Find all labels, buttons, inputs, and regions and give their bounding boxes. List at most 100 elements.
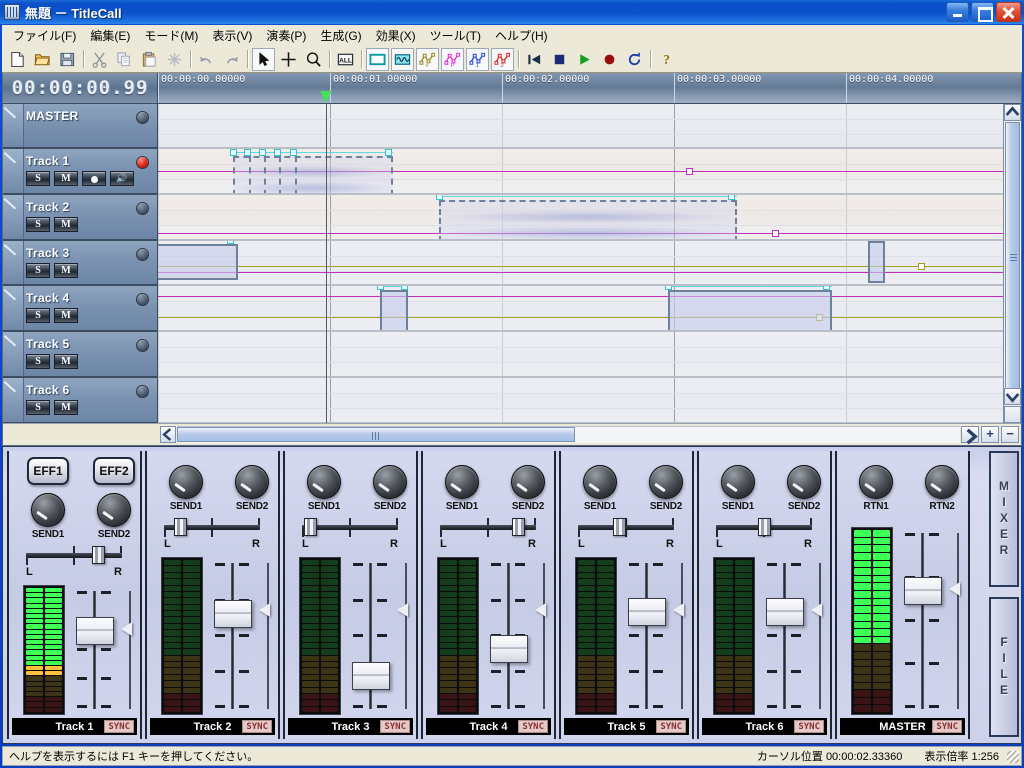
sync-button[interactable]: SYNC <box>518 720 548 733</box>
send2-knob[interactable] <box>925 465 959 499</box>
send2-knob[interactable] <box>373 465 407 499</box>
crosshair-icon[interactable] <box>277 48 300 71</box>
undo-arrow-icon[interactable] <box>195 48 218 71</box>
send1-knob[interactable] <box>859 465 893 499</box>
clip-handle[interactable] <box>436 195 443 200</box>
time-ruler[interactable]: 00:00:00.00000 00:00:01.00000 00:00:02.000… <box>158 73 1021 104</box>
track-led[interactable] <box>136 339 149 352</box>
aux-fader-thumb[interactable] <box>535 602 546 617</box>
sync-button[interactable]: SYNC <box>242 720 272 733</box>
automation-line[interactable] <box>158 317 1003 318</box>
vertical-scrollbar[interactable] <box>1003 104 1021 423</box>
audio-clip[interactable] <box>668 290 832 330</box>
solo-button[interactable]: S <box>26 263 50 278</box>
pan-slider[interactable]: LR <box>578 517 674 550</box>
magnifier-icon[interactable] <box>302 48 325 71</box>
zoom-out-button[interactable]: − <box>1001 426 1019 443</box>
track-header[interactable]: MASTER <box>3 104 157 149</box>
send1-knob[interactable] <box>445 465 479 499</box>
track-header[interactable]: Track 4SM <box>3 286 157 332</box>
send1-knob[interactable] <box>169 465 203 499</box>
pan-thumb[interactable] <box>92 546 105 564</box>
eff1-button[interactable]: EFF1 <box>27 457 69 485</box>
scroll-corner-button[interactable] <box>1004 406 1021 423</box>
track-led[interactable] <box>136 202 149 215</box>
send1-knob[interactable] <box>583 465 617 499</box>
eff2-button[interactable]: EFF2 <box>93 457 135 485</box>
menu-generate[interactable]: 生成(G) <box>313 25 368 46</box>
record-button[interactable] <box>82 171 106 186</box>
pan-thumb[interactable] <box>613 518 626 536</box>
solo-button[interactable]: S <box>26 400 50 415</box>
volume-fader[interactable] <box>628 597 666 626</box>
track-lane[interactable] <box>158 378 1003 423</box>
clip-handle[interactable] <box>728 195 735 200</box>
volume-fader[interactable] <box>76 617 114 646</box>
track-led[interactable] <box>136 248 149 261</box>
track-header[interactable]: Track 1SM <box>3 149 157 195</box>
send1-knob[interactable] <box>721 465 755 499</box>
scroll-up-button[interactable] <box>1004 104 1021 121</box>
pan-slider[interactable]: LR <box>440 517 536 550</box>
send1-knob[interactable] <box>31 493 65 527</box>
file-tab[interactable]: FILE <box>989 597 1019 737</box>
volume-fader[interactable] <box>352 662 390 691</box>
horizontal-scroll-track[interactable] <box>177 426 960 443</box>
volume-fader[interactable] <box>904 576 942 605</box>
track-header[interactable]: Track 6SM <box>3 378 157 423</box>
solo-button[interactable]: S <box>26 171 50 186</box>
track-header[interactable]: Track 2SM <box>3 195 157 241</box>
monitor-speaker-button[interactable] <box>110 171 134 186</box>
pointer-arrow-icon[interactable] <box>252 47 275 71</box>
aux-fader-thumb[interactable] <box>121 622 132 637</box>
clip-handle[interactable] <box>377 286 384 290</box>
track-lanes[interactable] <box>158 104 1003 423</box>
audio-clip[interactable] <box>233 156 393 193</box>
menu-mode[interactable]: モード(M) <box>137 25 205 46</box>
vertical-scroll-thumb[interactable] <box>1005 122 1020 394</box>
track-header[interactable]: Track 3SM <box>3 241 157 286</box>
audio-clip[interactable] <box>868 241 885 283</box>
track-lane[interactable] <box>158 149 1003 195</box>
clip-handle[interactable] <box>385 149 392 156</box>
rewind-start-icon[interactable] <box>523 48 546 71</box>
clip-handle[interactable] <box>401 286 408 290</box>
playhead-marker[interactable] <box>320 91 332 103</box>
resize-grip[interactable] <box>1007 751 1019 763</box>
pan-thumb[interactable] <box>304 518 317 536</box>
send2-knob[interactable] <box>787 465 821 499</box>
track-lane[interactable] <box>158 241 1003 286</box>
automation-point[interactable] <box>918 263 925 270</box>
envelope-2-icon[interactable]: 2 <box>491 47 514 71</box>
clip-handle[interactable] <box>230 149 237 156</box>
close-button[interactable] <box>996 2 1021 22</box>
record-arm-led[interactable] <box>136 156 149 169</box>
minimize-button[interactable] <box>946 2 969 22</box>
clip-handle[interactable] <box>823 286 830 290</box>
send2-knob[interactable] <box>649 465 683 499</box>
track-led[interactable] <box>136 111 149 124</box>
solo-button[interactable]: S <box>26 217 50 232</box>
track-lane[interactable] <box>158 195 1003 241</box>
send2-knob[interactable] <box>97 493 131 527</box>
paste-clipboard-icon[interactable] <box>138 48 161 71</box>
menu-help[interactable]: ヘルプ(H) <box>488 25 555 46</box>
horizontal-scroll-thumb[interactable] <box>177 427 575 442</box>
mute-button[interactable]: M <box>54 308 78 323</box>
mute-button[interactable]: M <box>54 400 78 415</box>
open-folder-icon[interactable] <box>31 48 54 71</box>
menu-view[interactable]: 表示(V) <box>205 25 259 46</box>
automation-point[interactable] <box>772 230 779 237</box>
scroll-down-button[interactable] <box>1004 388 1021 405</box>
clip-handle[interactable] <box>259 149 266 156</box>
mute-button[interactable]: M <box>54 354 78 369</box>
redo-arrow-icon[interactable] <box>220 48 243 71</box>
play-triangle-icon[interactable] <box>573 48 596 71</box>
audio-clip[interactable] <box>380 290 408 330</box>
clip-handle[interactable] <box>227 241 234 244</box>
sync-button[interactable]: SYNC <box>380 720 410 733</box>
envelope-v-icon[interactable]: v <box>416 47 439 71</box>
send2-knob[interactable] <box>235 465 269 499</box>
mixer-tab[interactable]: MIXER <box>989 451 1019 587</box>
pan-slider[interactable]: LR <box>26 545 122 578</box>
